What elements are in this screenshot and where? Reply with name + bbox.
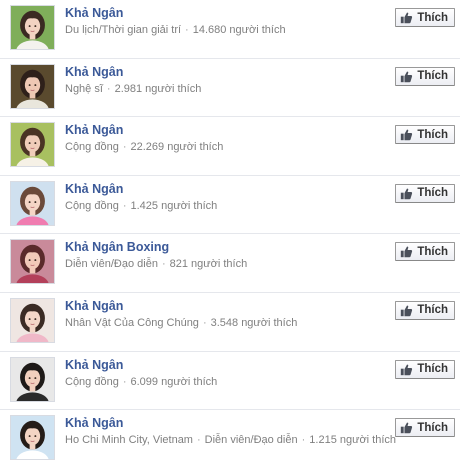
page-meta: Nghệ sĩ · 2.981 người thích — [65, 83, 201, 95]
page-meta: Nhân Vật Của Công Chúng · 3.548 người thíc… — [65, 317, 297, 329]
thumbs-up-icon — [400, 363, 413, 376]
page-category: Ho Chi Minh City, Vietnam — [65, 434, 193, 447]
thumbs-up-icon — [400, 70, 413, 83]
page-name-link[interactable]: Khả Ngân — [65, 358, 123, 372]
page-result-row: Khả Ngân Boxing Diễn viên/Đạo diễn · 821 ng… — [0, 234, 460, 293]
page-avatar[interactable] — [10, 239, 55, 285]
page-category-secondary: Diễn viên/Đạo diễn — [204, 434, 298, 447]
page-avatar[interactable] — [10, 356, 55, 402]
page-like-count: 22.269 người thích — [130, 141, 224, 154]
thumbs-up-icon — [400, 187, 413, 200]
page-like-count: 1.425 người thích — [130, 199, 218, 212]
like-button-label: Thích — [417, 128, 448, 141]
page-name-link[interactable]: Khả Ngân Boxing — [65, 240, 169, 254]
like-button-label: Thích — [417, 245, 448, 258]
separator-dot: · — [122, 141, 127, 154]
page-name-link[interactable]: Khả Ngân — [65, 123, 123, 137]
like-button[interactable]: Thích — [395, 125, 455, 145]
page-like-count: 1.215 người thích — [309, 434, 397, 447]
like-button[interactable]: Thích — [395, 66, 455, 86]
page-result-row: Khả Ngân Du lịch/Thời gian giải trí · 14.68… — [0, 0, 460, 59]
page-result-row: Khả Ngân Cộng đồng · 6.099 người thích Thích — [0, 352, 460, 411]
page-category: Nhân Vật Của Công Chúng — [65, 316, 199, 329]
page-meta: Cộng đồng · 6.099 người thích — [65, 376, 217, 388]
page-like-count: 3.548 người thích — [210, 316, 298, 329]
page-like-count: 2.981 người thích — [114, 82, 202, 95]
page-result-row: Khả Ngân Nghệ sĩ · 2.981 người thích Thích — [0, 59, 460, 118]
page-avatar[interactable] — [10, 415, 55, 461]
like-button-label: Thích — [417, 187, 448, 200]
page-avatar[interactable] — [10, 63, 55, 109]
thumbs-up-icon — [400, 128, 413, 141]
page-meta: Ho Chi Minh City, Vietnam · Diễn viên/Đạo … — [65, 434, 396, 446]
page-category: Cộng đồng — [65, 199, 119, 212]
page-name-link[interactable]: Khả Ngân — [65, 299, 123, 313]
page-results-list: Khả Ngân Du lịch/Thời gian giải trí · 14.68… — [0, 0, 460, 469]
page-avatar[interactable] — [10, 297, 55, 343]
page-like-count: 6.099 người thích — [130, 375, 218, 388]
thumbs-up-icon — [400, 11, 413, 24]
separator-dot: · — [196, 434, 201, 447]
page-category: Nghệ sĩ — [65, 82, 103, 95]
page-meta: Du lịch/Thời gian giải trí · 14.680 người … — [65, 24, 286, 36]
page-name-link[interactable]: Khả Ngân — [65, 65, 123, 79]
page-category: Cộng đồng — [65, 141, 119, 154]
like-button[interactable]: Thích — [395, 359, 455, 379]
page-meta: Diễn viên/Đạo diễn · 821 người thích — [65, 258, 247, 270]
page-meta: Cộng đồng · 1.425 người thích — [65, 200, 217, 212]
separator-dot: · — [106, 82, 111, 95]
separator-dot: · — [122, 375, 127, 388]
page-like-count: 821 người thích — [169, 258, 248, 271]
page-avatar[interactable] — [10, 180, 55, 226]
page-category: Du lịch/Thời gian giải trí — [65, 24, 182, 36]
separator-dot: · — [122, 199, 127, 212]
page-result-row: Khả Ngân Ho Chi Minh City, Vietnam · Diễn v… — [0, 410, 460, 469]
like-button[interactable]: Thích — [395, 418, 455, 438]
like-button-label: Thích — [417, 363, 448, 376]
separator-dot: · — [301, 434, 306, 447]
like-button-label: Thích — [417, 70, 448, 83]
separator-dot: · — [185, 24, 189, 36]
page-avatar[interactable] — [10, 5, 55, 50]
separator-dot: · — [202, 316, 207, 329]
thumbs-up-icon — [400, 304, 413, 317]
page-category: Cộng đồng — [65, 375, 119, 388]
page-result-row: Khả Ngân Cộng đồng · 22.269 người thích Thíc… — [0, 117, 460, 176]
page-result-row: Khả Ngân Nhân Vật Của Công Chúng · 3.548 ng… — [0, 293, 460, 352]
like-button-label: Thích — [417, 11, 448, 24]
like-button-label: Thích — [417, 304, 448, 317]
like-button-label: Thích — [417, 421, 448, 434]
separator-dot: · — [161, 258, 166, 271]
page-avatar[interactable] — [10, 122, 55, 168]
like-button[interactable]: Thích — [395, 183, 455, 203]
like-button[interactable]: Thích — [395, 8, 455, 27]
page-category: Diễn viên/Đạo diễn — [65, 258, 158, 271]
like-button[interactable]: Thích — [395, 300, 455, 320]
page-name-link[interactable]: Khả Ngân — [65, 6, 123, 20]
page-meta: Cộng đồng · 22.269 người thích — [65, 141, 223, 153]
page-like-count: 14.680 người thích — [192, 24, 286, 36]
thumbs-up-icon — [400, 245, 413, 258]
page-name-link[interactable]: Khả Ngân — [65, 416, 123, 430]
like-button[interactable]: Thích — [395, 242, 455, 262]
page-result-row: Khả Ngân Cộng đồng · 1.425 người thích Thích — [0, 176, 460, 235]
page-name-link[interactable]: Khả Ngân — [65, 182, 123, 196]
thumbs-up-icon — [400, 421, 413, 434]
